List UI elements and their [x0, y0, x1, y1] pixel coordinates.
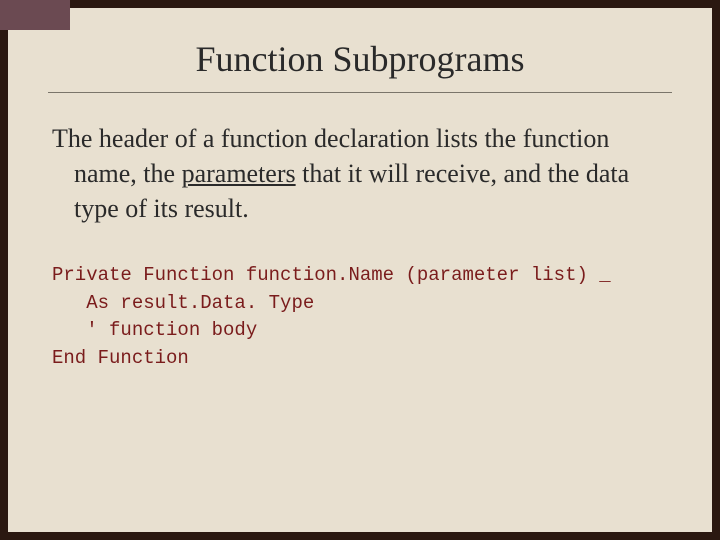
code-block: Private Function function.Name (paramete… — [48, 262, 672, 372]
body-underlined: parameters — [182, 159, 296, 188]
code-line-2: As result.Data. Type — [52, 292, 314, 314]
slide: Function Subprograms The header of a fun… — [8, 8, 712, 532]
code-line-1: Private Function function.Name (paramete… — [52, 264, 611, 286]
slide-title: Function Subprograms — [48, 38, 672, 80]
code-line-3: ' function body — [52, 319, 257, 341]
corner-tab — [0, 0, 70, 30]
body-paragraph: The header of a function declaration lis… — [48, 121, 672, 226]
code-line-4: End Function — [52, 347, 189, 369]
title-rule — [48, 92, 672, 93]
